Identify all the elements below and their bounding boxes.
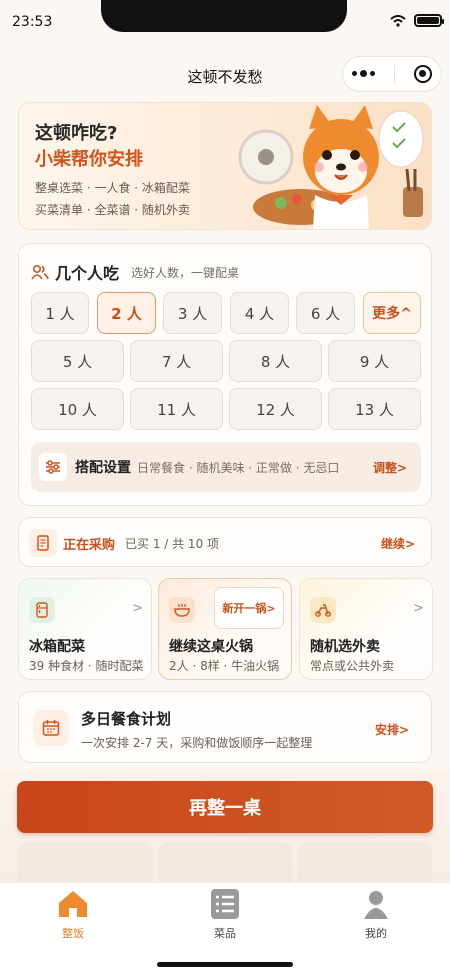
continue-hotpot-title: 继续这桌火锅 [169, 639, 253, 655]
people-option-3[interactable]: 3 人 [163, 292, 222, 334]
people-option-6[interactable]: 6 人 [296, 292, 355, 334]
meal-settings-adjust-link[interactable]: 调整> [373, 459, 407, 476]
system-icons [390, 14, 444, 27]
fridge-icon [29, 597, 55, 623]
device-notch [101, 0, 347, 32]
shopping-list-icon [29, 529, 57, 557]
people-option-13[interactable]: 13 人 [328, 388, 421, 430]
shopping-continue-link[interactable]: 继续> [381, 535, 415, 552]
hero-feature-line-1: 整桌选菜 · 一人食 · 冰箱配菜 [35, 181, 190, 195]
people-option-5[interactable]: 5 人 [31, 340, 124, 382]
tab-meal[interactable]: 整饭 [33, 889, 113, 941]
capsule-divider [393, 65, 395, 83]
status-time: 23:53 [12, 14, 53, 30]
mini-program-capsule[interactable] [342, 56, 442, 92]
tab-profile[interactable]: 我的 [336, 889, 416, 941]
rearrange-table-button[interactable]: 再整一桌 [17, 781, 433, 833]
shopping-status-title: 正在采购 [63, 538, 116, 553]
tab-dishes-label: 菜品 [214, 927, 236, 940]
sliders-icon [39, 453, 67, 481]
people-count-hint: 选好人数，一键配桌 [131, 265, 240, 280]
people-icon [31, 264, 49, 280]
hero-subtitle: 小柴帮你安排 [35, 149, 143, 170]
tab-dishes[interactable]: 菜品 [185, 889, 265, 941]
fridge-match-card[interactable]: > 冰箱配菜 39 种食材 · 随时配菜 [18, 578, 152, 680]
people-more-button[interactable]: 更多^ [363, 292, 421, 334]
people-option-12[interactable]: 12 人 [229, 388, 322, 430]
hero-title: 这顿咋吃? [35, 123, 118, 144]
hotpot-icon [169, 597, 195, 623]
multi-day-plan-title: 多日餐食计划 [81, 710, 172, 728]
new-pot-button[interactable]: 新开一锅> [214, 587, 284, 629]
nav-bar: 这顿不发愁 [0, 56, 450, 96]
fridge-match-title: 冰箱配菜 [29, 639, 85, 655]
people-count-card: 几个人吃 选好人数，一键配桌 1 人 2 人 3 人 4 人 6 人 更多^ 5… [18, 243, 432, 506]
close-program-icon[interactable] [413, 65, 432, 83]
list-icon [211, 889, 239, 919]
scooter-icon [310, 597, 336, 623]
continue-hotpot-card[interactable]: 新开一锅> 继续这桌火锅 2人 · 8样 · 牛油火锅 [158, 578, 292, 680]
chevron-right-icon: > [413, 601, 424, 616]
battery-icon [414, 14, 444, 27]
home-indicator [157, 962, 293, 967]
people-option-10[interactable]: 10 人 [31, 388, 124, 430]
more-icon[interactable] [352, 70, 376, 77]
fridge-match-desc: 39 种食材 · 随时配菜 [29, 659, 144, 673]
wifi-icon [390, 14, 406, 27]
shiba-chef-illustration [238, 105, 424, 229]
chevron-right-icon: > [132, 601, 143, 616]
home-icon [59, 891, 87, 917]
people-option-7[interactable]: 7 人 [130, 340, 223, 382]
multi-day-plan-link[interactable]: 安排> [375, 721, 409, 738]
random-takeout-title: 随机选外卖 [310, 639, 380, 655]
multi-day-plan-desc: 一次安排 2-7 天，采购和做饭顺序一起整理 [81, 736, 313, 750]
calendar-icon [33, 710, 69, 746]
random-takeout-desc: 常点或公共外卖 [310, 659, 395, 673]
shopping-progress-text: 已买 1 / 共 10 项 [125, 537, 220, 551]
people-option-11[interactable]: 11 人 [130, 388, 223, 430]
random-takeout-card[interactable]: > 随机选外卖 常点或公共外卖 [299, 578, 433, 680]
people-count-header: 几个人吃 选好人数，一键配桌 [31, 260, 239, 284]
people-option-9[interactable]: 9 人 [328, 340, 421, 382]
people-option-1[interactable]: 1 人 [31, 292, 89, 334]
shopping-progress-card[interactable]: 正在采购 已买 1 / 共 10 项 继续> [18, 517, 432, 567]
dish-thumbnails-faded [18, 842, 432, 882]
people-count-title: 几个人吃 [55, 264, 120, 283]
tab-meal-label: 整饭 [62, 927, 84, 940]
meal-settings-row[interactable]: 搭配设置 日常餐食 · 随机美味 · 正常做 · 无忌口 调整> [31, 442, 421, 492]
meal-settings-summary: 日常餐食 · 随机美味 · 正常做 · 无忌口 [137, 460, 340, 475]
people-option-4[interactable]: 4 人 [230, 292, 289, 334]
tab-profile-label: 我的 [365, 927, 387, 940]
multi-day-plan-card[interactable]: 多日餐食计划 一次安排 2-7 天，采购和做饭顺序一起整理 安排> [18, 691, 432, 763]
continue-hotpot-desc: 2人 · 8样 · 牛油火锅 [169, 659, 280, 673]
user-icon [364, 891, 388, 919]
people-option-8[interactable]: 8 人 [229, 340, 322, 382]
status-bar: 23:53 [0, 0, 450, 48]
hero-feature-line-2: 买菜清单 · 全菜谱 · 随机外卖 [35, 203, 190, 217]
people-option-2[interactable]: 2 人 [97, 292, 156, 334]
hero-banner[interactable]: 这顿咋吃? 小柴帮你安排 整桌选菜 · 一人食 · 冰箱配菜 买菜清单 · 全菜… [18, 102, 432, 230]
meal-settings-title: 搭配设置 [75, 460, 131, 476]
